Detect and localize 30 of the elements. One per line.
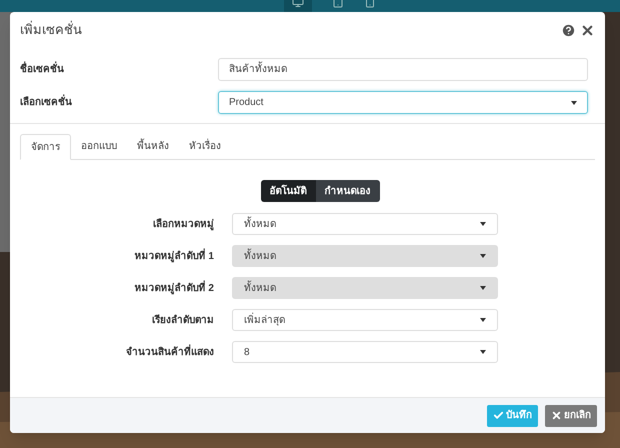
mode-button[interactable]: อัตโนมัติ bbox=[260, 180, 316, 202]
caret-icon bbox=[480, 286, 486, 290]
check-icon bbox=[493, 410, 504, 421]
caret-icon bbox=[480, 350, 486, 354]
tab[interactable]: พื้นหลัง bbox=[127, 134, 179, 159]
setting-label: เรียงลำดับตาม bbox=[151, 313, 214, 328]
cancel-button[interactable]: ยกเลิก bbox=[545, 404, 597, 426]
caret-icon bbox=[571, 100, 577, 104]
caret-icon bbox=[480, 318, 486, 322]
setting-label: จำนวนสินค้าที่แสดง bbox=[125, 344, 214, 360]
close-icon[interactable] bbox=[580, 22, 595, 38]
close-icon bbox=[551, 410, 562, 421]
setting-label: เลือกหมวดหมู่ bbox=[152, 217, 214, 232]
field-label: เลือกเซคชั่น bbox=[20, 95, 218, 110]
select-field[interactable]: เพิ่มล่าสุด bbox=[232, 309, 498, 331]
select-field[interactable]: 8 bbox=[232, 341, 498, 363]
tab[interactable]: ออกแบบ bbox=[71, 134, 127, 159]
select-field[interactable]: Product bbox=[218, 91, 588, 114]
input-field[interactable]: สินค้าทั้งหมด bbox=[218, 58, 588, 81]
field-label: ชื่อเซคชั่น bbox=[20, 62, 218, 77]
tab[interactable]: หัวเรื่อง bbox=[179, 134, 231, 159]
setting-label: หมวดหมู่ลำดับที่ 1 bbox=[134, 248, 214, 264]
caret-icon bbox=[480, 254, 486, 258]
setting-label: หมวดหมู่ลำดับที่ 2 bbox=[134, 280, 214, 296]
caret-icon bbox=[480, 222, 486, 226]
mode-button[interactable]: กำหนดเอง bbox=[316, 180, 380, 202]
select-field[interactable]: ทั้งหมด bbox=[232, 213, 498, 235]
tab[interactable]: จัดการ bbox=[20, 134, 71, 160]
help-icon[interactable] bbox=[561, 22, 576, 38]
dialog-title: เพิ่มเซคชั่น bbox=[20, 20, 82, 40]
